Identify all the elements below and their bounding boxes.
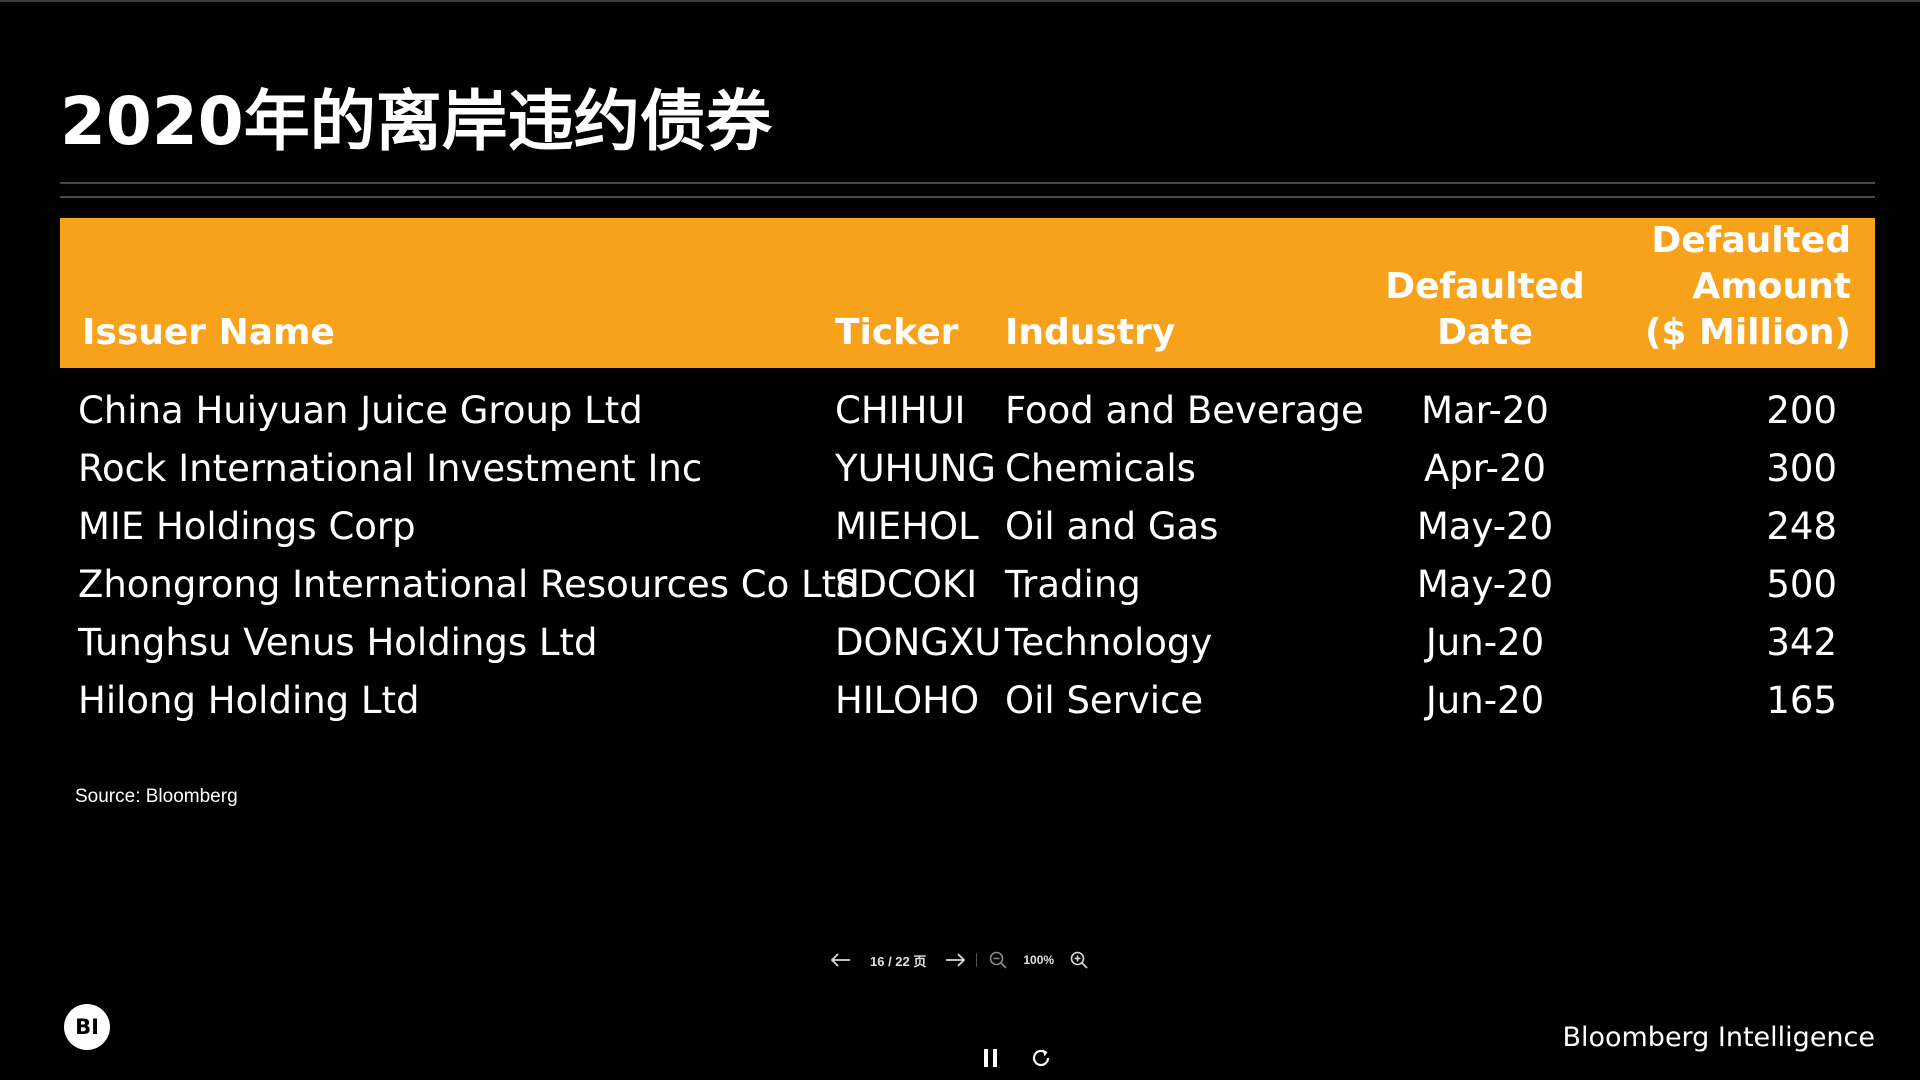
table-row: Hilong Holding Ltd HILOHO Oil Service Ju… — [60, 672, 1875, 730]
arrow-left-icon — [831, 953, 850, 967]
cell-industry: Trading — [1005, 563, 1141, 606]
table-row: Zhongrong International Resources Co Ltd… — [60, 556, 1875, 614]
zoom-out-icon — [990, 951, 1007, 969]
defaults-table: Issuer Name Ticker Industry Defaulted Da… — [60, 218, 1875, 730]
pause-button[interactable] — [976, 1043, 1006, 1073]
source-note: Source: Bloomberg — [75, 786, 238, 807]
header-defaulted-amount: Defaulted Amount ($ Million) — [1644, 220, 1851, 353]
title-divider-top — [60, 182, 1875, 184]
table-header-row: Issuer Name Ticker Industry Defaulted Da… — [60, 218, 1875, 368]
cell-issuer-name: China Huiyuan Juice Group Ltd — [78, 389, 643, 432]
cell-industry: Technology — [1005, 621, 1213, 664]
cell-ticker: HILOHO — [835, 679, 980, 722]
header-industry: Industry — [1005, 312, 1176, 353]
cell-issuer-name: Zhongrong International Resources Co Ltd — [78, 563, 860, 606]
table-row: Rock International Investment Inc YUHUNG… — [60, 440, 1875, 498]
cell-ticker: DONGXU — [835, 621, 1002, 664]
cell-ticker: SDCOKI — [835, 563, 978, 606]
cell-defaulted-date: May-20 — [1416, 563, 1554, 606]
zoom-out-button[interactable] — [983, 946, 1013, 974]
brand-wordmark: Bloomberg Intelligence — [1562, 1022, 1875, 1053]
cell-industry: Oil Service — [1005, 679, 1204, 722]
table-row: MIE Holdings Corp MIEHOL Oil and Gas May… — [60, 498, 1875, 556]
cell-defaulted-date: Jun-20 — [1425, 621, 1545, 664]
table-row: Tunghsu Venus Holdings Ltd DONGXU Techno… — [60, 614, 1875, 672]
cell-industry: Oil and Gas — [1005, 505, 1219, 548]
header-ticker: Ticker — [835, 312, 959, 353]
toolbar-divider — [976, 953, 978, 967]
playback-controls — [976, 1042, 1056, 1074]
cell-ticker: YUHUNG — [835, 447, 996, 490]
cell-defaulted-amount: 165 — [1766, 679, 1837, 722]
header-issuer-name: Issuer Name — [82, 312, 335, 353]
zoom-in-icon — [1070, 951, 1088, 969]
zoom-in-button[interactable] — [1064, 946, 1094, 974]
next-page-button[interactable] — [940, 946, 970, 974]
arrow-right-icon — [946, 953, 966, 967]
cell-issuer-name: Hilong Holding Ltd — [78, 679, 420, 722]
cell-ticker: MIEHOL — [835, 505, 979, 548]
cell-defaulted-date: Mar-20 — [1421, 389, 1549, 432]
cell-defaulted-date: Jun-20 — [1425, 679, 1545, 722]
cell-issuer-name: Rock International Investment Inc — [78, 447, 703, 490]
slide: 2020年的离岸违约债券 Issuer Name Ticker Industry… — [0, 0, 1920, 1080]
top-border — [0, 0, 1920, 2]
reload-icon — [1032, 1049, 1050, 1067]
header-defaulted-date: Defaulted Date — [1385, 266, 1585, 353]
cell-defaulted-amount: 342 — [1766, 621, 1837, 664]
cell-defaulted-amount: 248 — [1766, 505, 1837, 548]
pause-icon — [984, 1049, 997, 1067]
cell-industry: Food and Beverage — [1005, 389, 1364, 432]
cell-defaulted-date: Apr-20 — [1423, 447, 1547, 490]
cell-issuer-name: MIE Holdings Corp — [78, 505, 416, 548]
cell-industry: Chemicals — [1005, 447, 1196, 490]
slide-title: 2020年的离岸违约债券 — [60, 83, 772, 160]
table-row: China Huiyuan Juice Group Ltd CHIHUI Foo… — [60, 368, 1875, 440]
reload-button[interactable] — [1026, 1043, 1056, 1073]
viewer-toolbar: 16 / 22 页 100% — [826, 946, 1094, 974]
cell-defaulted-amount: 300 — [1766, 447, 1837, 490]
cell-defaulted-amount: 200 — [1766, 389, 1837, 432]
page-indicator: 16 / 22 页 — [870, 953, 927, 969]
cell-defaulted-amount: 500 — [1766, 563, 1837, 606]
cell-issuer-name: Tunghsu Venus Holdings Ltd — [78, 621, 598, 664]
cell-ticker: CHIHUI — [835, 389, 966, 432]
zoom-level: 100% — [1023, 953, 1055, 967]
prev-page-button[interactable] — [826, 946, 856, 974]
cell-defaulted-date: May-20 — [1416, 505, 1554, 548]
title-divider-bottom — [60, 196, 1875, 198]
bi-logo: BI — [64, 1004, 110, 1050]
